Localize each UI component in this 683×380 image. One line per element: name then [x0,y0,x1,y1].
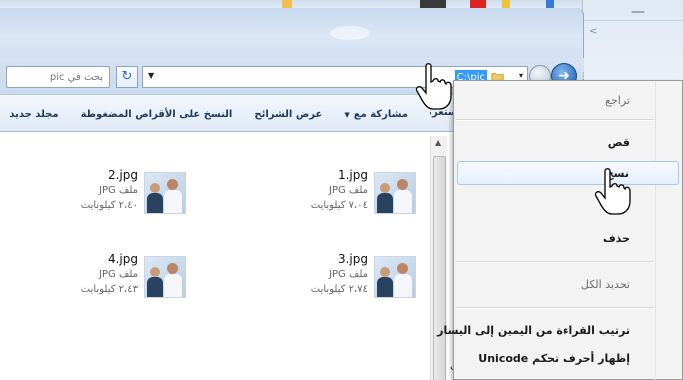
file-info: 1.jpg ملف JPG ٧،٠٤ كيلوبايت [311,168,368,213]
image-thumbnail [144,256,186,298]
search-input[interactable] [7,67,109,87]
background-glyph: — [631,4,645,20]
divider [583,20,683,21]
menu-separator [456,119,654,121]
menu-item-rtl-reading-order[interactable]: ترتيب القراءة من اليمين إلى اليسار [437,319,682,343]
window-titlebar [0,8,584,58]
menu-item-delete[interactable]: حذف [454,227,682,251]
chevron-down-icon: ▼ [344,110,350,119]
toolbar-slideshow[interactable]: عرض الشرائح [254,109,322,120]
image-thumbnail [144,172,186,214]
hand-cursor-icon [594,168,631,215]
image-thumbnail [374,256,416,298]
file-name: 2.jpg [107,168,138,182]
scroll-thumb[interactable] [433,156,446,380]
titlebar-shine [330,26,370,40]
menu-separator [456,307,654,309]
file-tile[interactable]: 2.jpg ملف JPG ٢،٤٠ كيلوبايت [56,168,186,226]
menu-item-copy[interactable]: نسخ [457,161,679,185]
toolbar-items: مشاركة مع▼ عرض الشرائح النسخ على الأقراص… [9,95,408,133]
menu-item-show-unicode-control[interactable]: إظهار أحرف تحكم Unicode [454,347,682,371]
background-arrow-icon: < [589,26,598,37]
refresh-button[interactable]: ↻ [116,66,138,88]
file-type: ملف JPG [99,185,138,196]
taskbar-chip [546,0,554,8]
vertical-scrollbar[interactable]: ▲ [430,136,447,380]
file-info: 4.jpg ملف JPG ٢،٤٣ كيلوبايت [81,252,138,297]
file-type: ملف JPG [329,185,368,196]
menu-item-undo[interactable]: تراجع [454,89,682,113]
file-tile[interactable]: 1.jpg ملف JPG ٧،٠٤ كيلوبايت [286,168,416,226]
address-dropdown-icon[interactable]: ▾ [519,71,523,80]
menu-item-cut[interactable]: قص [454,131,682,155]
file-info: 3.jpg ملف JPG ٢،٧٤ كيلوبايت [311,252,368,297]
taskbar-chip [502,0,510,8]
file-name: 4.jpg [107,252,138,266]
file-size: ٧،٠٤ كيلوبايت [310,200,368,211]
file-info: 2.jpg ملف JPG ٢،٤٠ كيلوبايت [81,168,138,213]
history-dropdown-icon[interactable]: ▼ [148,71,154,80]
file-size: ٢،٤٠ كيلوبايت [80,200,138,211]
file-type: ملف JPG [329,269,368,280]
toolbar-burn[interactable]: النسخ على الأقراص المضغوطة [81,109,233,120]
file-type: ملف JPG [99,269,138,280]
file-tile[interactable]: 3.jpg ملف JPG ٢،٧٤ كيلوبايت [286,252,416,310]
file-name: 1.jpg [337,168,368,182]
refresh-icon: ↻ [121,69,133,84]
menu-item-select-all[interactable]: تحديد الكل [454,273,682,297]
hand-cursor-icon [415,63,452,110]
file-name: 3.jpg [337,252,368,266]
taskbar-chip [420,0,446,8]
menu-separator [456,261,654,263]
file-size: ٢،٤٣ كيلوبايت [80,284,138,295]
taskbar-chip [282,0,292,8]
menu-item-paste[interactable]: لصق [454,195,682,219]
toolbar-new-folder[interactable]: مجلد جديد [9,109,58,120]
file-size: ٢،٧٤ كيلوبايت [310,284,368,295]
file-tile[interactable]: 4.jpg ملف JPG ٢،٤٣ كيلوبايت [56,252,186,310]
context-menu: تراجع قص نسخ لصق حذف تحديد الكل ترتيب ال… [437,80,683,380]
toolbar-share-with[interactable]: مشاركة مع▼ [344,109,408,120]
scroll-up-icon[interactable]: ▲ [435,138,441,147]
taskbar-chip [470,0,486,8]
search-box[interactable] [6,66,110,88]
image-thumbnail [374,172,416,214]
